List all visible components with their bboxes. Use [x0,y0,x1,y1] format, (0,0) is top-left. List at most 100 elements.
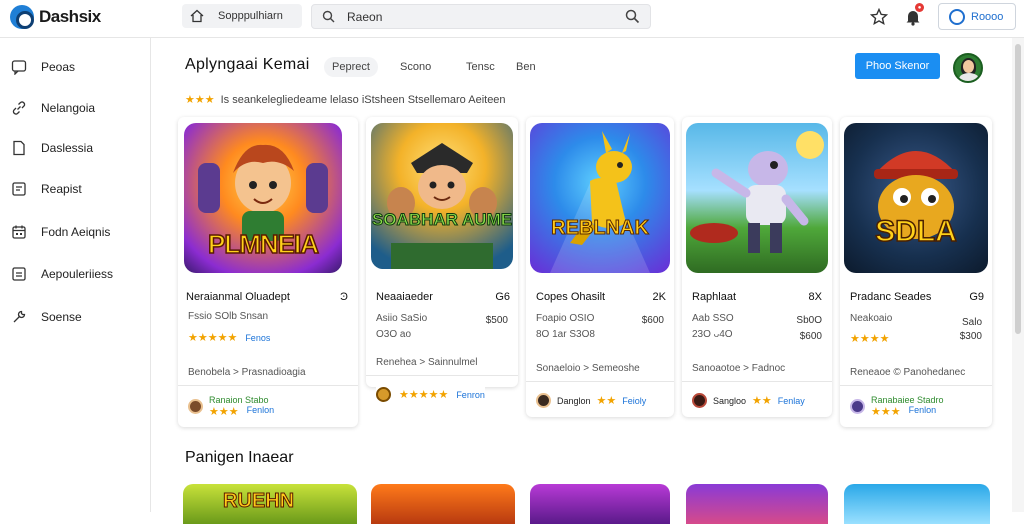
game-thumbnail[interactable]: SDLA [844,123,988,273]
search-input[interactable]: Raeon [311,4,651,29]
game-thumbnail[interactable]: PLMNEIA [184,123,342,273]
game-thumbnail[interactable] [686,123,828,273]
game-thumbnail[interactable] [686,484,828,524]
card-meta-2: 8O 1ar S3O8 [536,329,595,340]
sidebar-item-label: Aepouleriiess [41,267,114,281]
card-tag: G9 [969,291,984,303]
card-rating: ★★★★★ Fenos [188,331,270,344]
card-link[interactable]: Fenron [456,390,485,400]
card-price-2: $300 [959,331,982,342]
chart-icon [12,267,26,281]
link-icon [12,101,26,115]
search-icon [322,10,335,23]
game-card[interactable]: SDLA Pradanc Seades G9 Neakoaio Salo $30… [840,117,992,427]
app-logo[interactable]: Dashsix [10,5,101,29]
game-card[interactable]: REBLNAK Copes Ohasilt 2K Foapio OSIO $60… [526,117,674,417]
sidebar-item-label: Fodn Aeiqnis [41,225,111,239]
card-tags: Sonaeloio > Semeoshe [536,363,640,374]
divider [840,385,992,386]
avatar [536,393,551,408]
card-link[interactable]: Feioly [622,396,646,406]
divider [366,375,518,376]
filter-tab-1[interactable]: Peprect [324,57,378,77]
home-label: Sopppulhiarn [218,10,283,22]
game-card[interactable]: PLMNEIA Neraianmal Oluadept Ͽ Fssio SOlb… [178,117,358,427]
account-icon [949,8,965,25]
card-tags: Benobela > Prasnadioagia [188,367,306,378]
sidebar: Peoas Nelangoia Daslessia Reapist Fodn A… [0,38,151,512]
game-card[interactable]: SOABHAR AUME Neaaiaeder G6 Asiio SaSio $… [366,117,518,402]
rating-stars-icon: ★★★ [185,94,215,106]
card-tags: Reneaoe © Panohedanec [850,367,966,378]
card-meta-2: O3O ao [376,329,412,340]
card-tag: 2K [652,291,666,303]
sidebar-item-label: Peoas [41,60,76,74]
game-thumbnail[interactable] [371,484,515,524]
star-rating-icon: ★★★ [209,406,239,418]
card-rating: ★★★★ [850,329,889,347]
sidebar-item-reapist[interactable]: Reapist [0,175,151,203]
card-link[interactable]: Fenlon [909,405,937,418]
card-title: Raphlaat [692,291,737,303]
avatar [376,387,391,402]
game-thumbnail[interactable] [530,484,670,524]
filter-tab-2[interactable]: Scono [392,57,439,77]
primary-action-button[interactable]: Phoo Skenor [855,53,940,79]
card-footer: Danglon ★★ Feioly [536,393,646,408]
sidebar-item-aepouleriiess[interactable]: Aepouleriiess [0,260,151,288]
card-link[interactable]: Fenlay [778,396,805,406]
card-footer: ★★★★★ Fenron [376,387,485,402]
star-rating-icon: ★★ [596,395,617,407]
game-art-title: SOABHAR AUME [371,210,513,229]
settings-icon [13,310,26,323]
logo-icon [10,5,34,29]
avatar [188,399,203,414]
game-card[interactable]: Raphlaat 8X Aab SSO Sb0O 23O ᴗ4O $600 Sa… [682,117,832,417]
sidebar-item-daslessia[interactable]: Daslessia [0,134,151,162]
card-title-row: Copes Ohasilt 2K [536,291,666,303]
sidebar-item-nelangoia[interactable]: Nelangoia [0,94,151,122]
calendar-icon [12,225,26,239]
card-title: Pradanc Seades [850,291,932,303]
notifications-button[interactable]: ● [902,3,924,28]
sidebar-item-fodn-aeiqnis[interactable]: Fodn Aeiqnis [0,218,151,246]
card-title-row: Raphlaat 8X [692,291,822,303]
card-meta: Neakoaio [850,313,893,324]
home-button[interactable]: Sopppulhiarn [182,4,302,28]
page-title: Aplyngaai Kemai [185,56,310,73]
filter-tab-4[interactable]: Ben [508,57,544,77]
game-thumbnail[interactable]: RUEHN [183,484,357,524]
card-tag: 8X [808,291,822,303]
rating-strip: ★★★ Is seankelegliedeame lelaso iStsheen… [185,93,506,107]
star-rating-icon: ★★★★★ [188,332,238,344]
card-meta: Fssio SOlb Snsan [188,311,269,322]
account-button[interactable]: Roooo [938,3,1016,30]
scrollbar-thumb[interactable] [1015,44,1021,334]
favorites-button[interactable] [868,6,890,28]
card-footer-name: Ranaion Stabo [209,395,269,405]
home-icon [190,9,204,23]
card-title: Neraianmal Oluadept [186,291,290,303]
game-art-title: REBLNAK [551,217,650,240]
image-icon [12,182,26,196]
logo-text: Dashsix [39,7,101,26]
game-thumbnail[interactable]: REBLNAK [530,123,670,273]
divider [682,381,832,382]
sidebar-item-soense[interactable]: Soense [0,303,151,331]
filter-tab-3[interactable]: Tensc [458,57,503,77]
star-rating-icon: ★★★★★ [399,389,449,401]
search-value: Raeon [347,9,383,24]
game-thumbnail[interactable]: SOABHAR AUME [371,123,513,269]
card-footer-name: Ranabaiee Stadro [871,395,944,405]
search-submit-icon[interactable] [625,9,640,24]
card-link[interactable]: Fenlon [247,405,275,418]
card-link[interactable]: Fenos [245,333,270,343]
account-label: Roooo [971,10,1004,23]
sidebar-item-peoas[interactable]: Peoas [0,53,151,81]
rating-text: Is seankelegliedeame lelaso iStsheen Sts… [220,93,506,106]
card-price: Salo [961,317,982,328]
top-bar: Dashsix Sopppulhiarn Raeon ● Roooo [0,0,1024,38]
avatar[interactable] [953,53,983,83]
sidebar-item-label: Nelangoia [41,101,96,115]
game-thumbnail[interactable] [844,484,990,524]
